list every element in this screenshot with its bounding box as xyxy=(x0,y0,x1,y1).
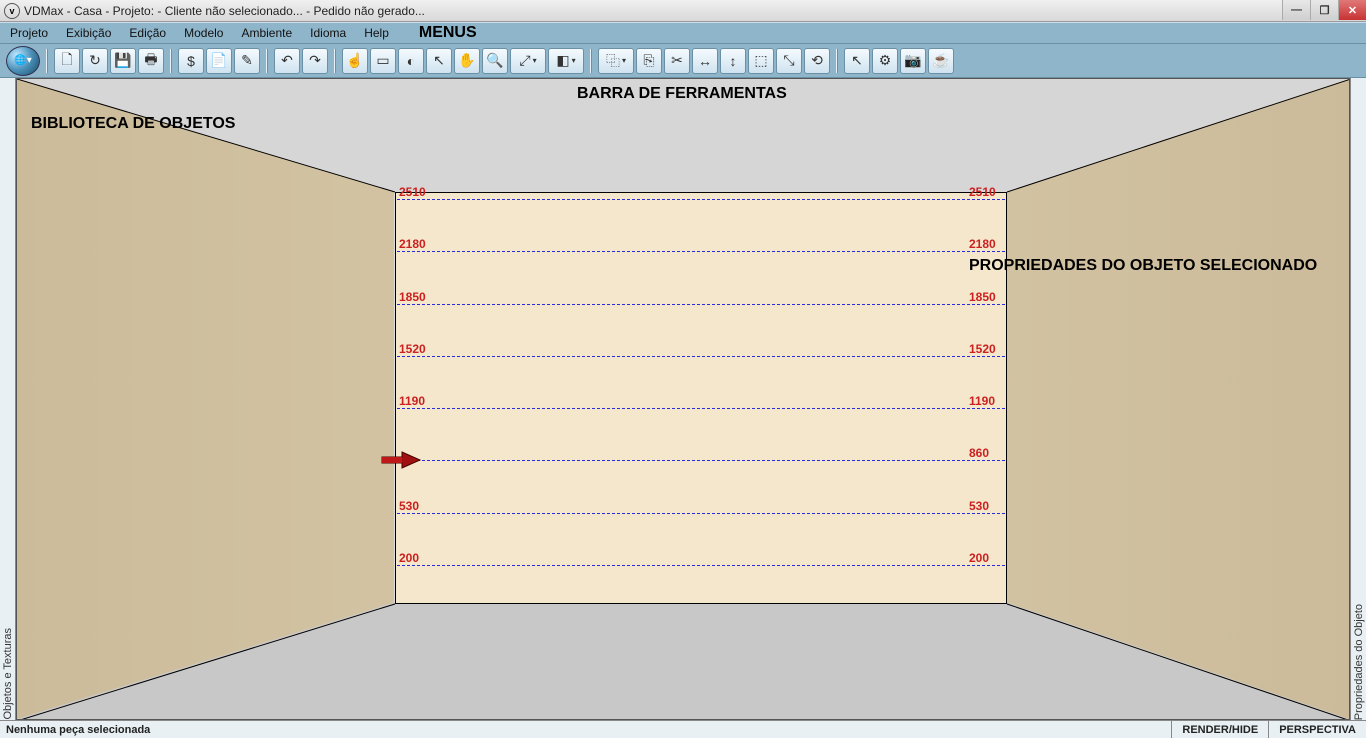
ruler-line xyxy=(397,199,1005,200)
side-tab-right-label: Propriedades do Objeto xyxy=(1353,594,1365,720)
rect-tool-button[interactable]: ▭ xyxy=(370,48,396,74)
menu-modelo[interactable]: Modelo xyxy=(184,26,223,40)
open-button[interactable]: ↻ xyxy=(82,48,108,74)
price-button[interactable]: $ xyxy=(178,48,204,74)
save-button[interactable]: 💾 xyxy=(110,48,136,74)
new-button[interactable]: 🗋 xyxy=(54,48,80,74)
ruler-value-left: 2180 xyxy=(399,237,426,251)
toolbar: 🌐▾ 🗋 ↻ 💾 🖶 $ 📄 ✎ ↶ ↷ ☝ ▭ ◐ ↖ ✋ 🔍 ⤢▾ ◧▾ ⿻… xyxy=(0,44,1366,78)
hand-tool-button[interactable]: ☝ xyxy=(342,48,368,74)
ruler-value-right: 1190 xyxy=(969,394,995,408)
gear-button[interactable]: ⚙ xyxy=(872,48,898,74)
arrow-marker-icon xyxy=(380,450,422,470)
globe-icon[interactable]: 🌐▾ xyxy=(6,46,40,76)
toolbar-annotation: BARRA DE FERRAMENTAS xyxy=(577,85,787,103)
ruler-line xyxy=(397,460,1005,461)
render-button[interactable]: ☕ xyxy=(928,48,954,74)
main-area: ▸ ◂ Objetos e Texturas Propriedades do O… xyxy=(0,78,1366,720)
side-tab-left[interactable]: Objetos e Texturas xyxy=(0,78,16,720)
orbit-tool-button[interactable]: ◐ xyxy=(398,48,424,74)
copy-button[interactable]: ⿻▾ xyxy=(598,48,634,74)
ruler-line xyxy=(397,408,1005,409)
properties-annotation: PROPRIEDADES DO OBJETO SELECIONADO xyxy=(969,257,1317,275)
ruler-line xyxy=(397,513,1005,514)
window-maximize-button[interactable]: ❐ xyxy=(1310,0,1338,20)
undo-button[interactable]: ↶ xyxy=(274,48,300,74)
menu-help[interactable]: Help xyxy=(364,26,389,40)
menu-ambiente[interactable]: Ambiente xyxy=(241,26,292,40)
extend-button[interactable]: ⤡ xyxy=(776,48,802,74)
status-left: Nenhuma peça selecionada xyxy=(0,724,1171,736)
note-button[interactable]: 📄 xyxy=(206,48,232,74)
window-title: VDMax - Casa - Projeto: - Cliente não se… xyxy=(24,4,425,18)
zoom-in-button[interactable]: 🔍 xyxy=(482,48,508,74)
paste-button[interactable]: ⎘ xyxy=(636,48,662,74)
view3d-button[interactable]: ◧▾ xyxy=(548,48,584,74)
side-tab-left-label: Objetos e Texturas xyxy=(2,618,14,720)
room-outline xyxy=(17,79,1349,719)
menubar: Projeto Exibição Edição Modelo Ambiente … xyxy=(0,22,1366,44)
rotate-button[interactable]: ⟲ xyxy=(804,48,830,74)
perspective-button[interactable]: PERSPECTIVA xyxy=(1268,721,1366,738)
ruler-value-right: 860 xyxy=(969,446,989,460)
ruler-line xyxy=(397,304,1005,305)
statusbar: Nenhuma peça selecionada RENDER/HIDE PER… xyxy=(0,720,1366,738)
app-icon: v xyxy=(4,3,20,19)
ruler-value-left: 1190 xyxy=(399,394,425,408)
ruler-value-right: 1520 xyxy=(969,342,996,356)
menu-projeto[interactable]: Projeto xyxy=(10,26,48,40)
ruler-value-left: 200 xyxy=(399,551,419,565)
side-tab-right[interactable]: Propriedades do Objeto xyxy=(1350,78,1366,720)
zoom-fit-button[interactable]: ⤢▾ xyxy=(510,48,546,74)
window-minimize-button[interactable]: — xyxy=(1282,0,1310,20)
measure-v-button[interactable]: ↕ xyxy=(720,48,746,74)
measure-h-button[interactable]: ↔ xyxy=(692,48,718,74)
ruler-value-right: 2180 xyxy=(969,237,996,251)
camera-button[interactable]: 📷 xyxy=(900,48,926,74)
menu-edicao[interactable]: Edição xyxy=(129,26,166,40)
3d-viewport[interactable]: 2510 2510 2180 2180 1850 1850 1520 1520 1190 1190… xyxy=(16,78,1350,720)
cut-button[interactable]: ✂ xyxy=(664,48,690,74)
print-button[interactable]: 🖶 xyxy=(138,48,164,74)
window-titlebar: v VDMax - Casa - Projeto: - Cliente não … xyxy=(0,0,1366,22)
window-close-button[interactable]: ✕ xyxy=(1338,0,1366,20)
pan-tool-button[interactable]: ✋ xyxy=(454,48,480,74)
render-hide-button[interactable]: RENDER/HIDE xyxy=(1171,721,1268,738)
ruler-value-left: 2510 xyxy=(399,185,426,199)
menu-exibicao[interactable]: Exibição xyxy=(66,26,111,40)
ruler-value-left: 1850 xyxy=(399,290,426,304)
ruler-value-right: 2510 xyxy=(969,185,996,199)
ruler-value-left: 530 xyxy=(399,499,419,513)
redo-button[interactable]: ↷ xyxy=(302,48,328,74)
ruler-line xyxy=(397,356,1005,357)
ruler-line xyxy=(397,565,1005,566)
menu-idioma[interactable]: Idioma xyxy=(310,26,346,40)
bbox-button[interactable]: ⬚ xyxy=(748,48,774,74)
ruler-value-left: 1520 xyxy=(399,342,426,356)
menus-annotation: MENUS xyxy=(419,24,477,42)
ruler-value-right: 200 xyxy=(969,551,989,565)
cursor-button[interactable]: ↖ xyxy=(844,48,870,74)
ruler-value-right: 1850 xyxy=(969,290,996,304)
pick-tool-button[interactable]: ↖ xyxy=(426,48,452,74)
library-annotation: BIBLIOTECA DE OBJETOS xyxy=(31,115,235,133)
edit-button[interactable]: ✎ xyxy=(234,48,260,74)
ruler-value-right: 530 xyxy=(969,499,989,513)
ruler-line xyxy=(397,251,1005,252)
